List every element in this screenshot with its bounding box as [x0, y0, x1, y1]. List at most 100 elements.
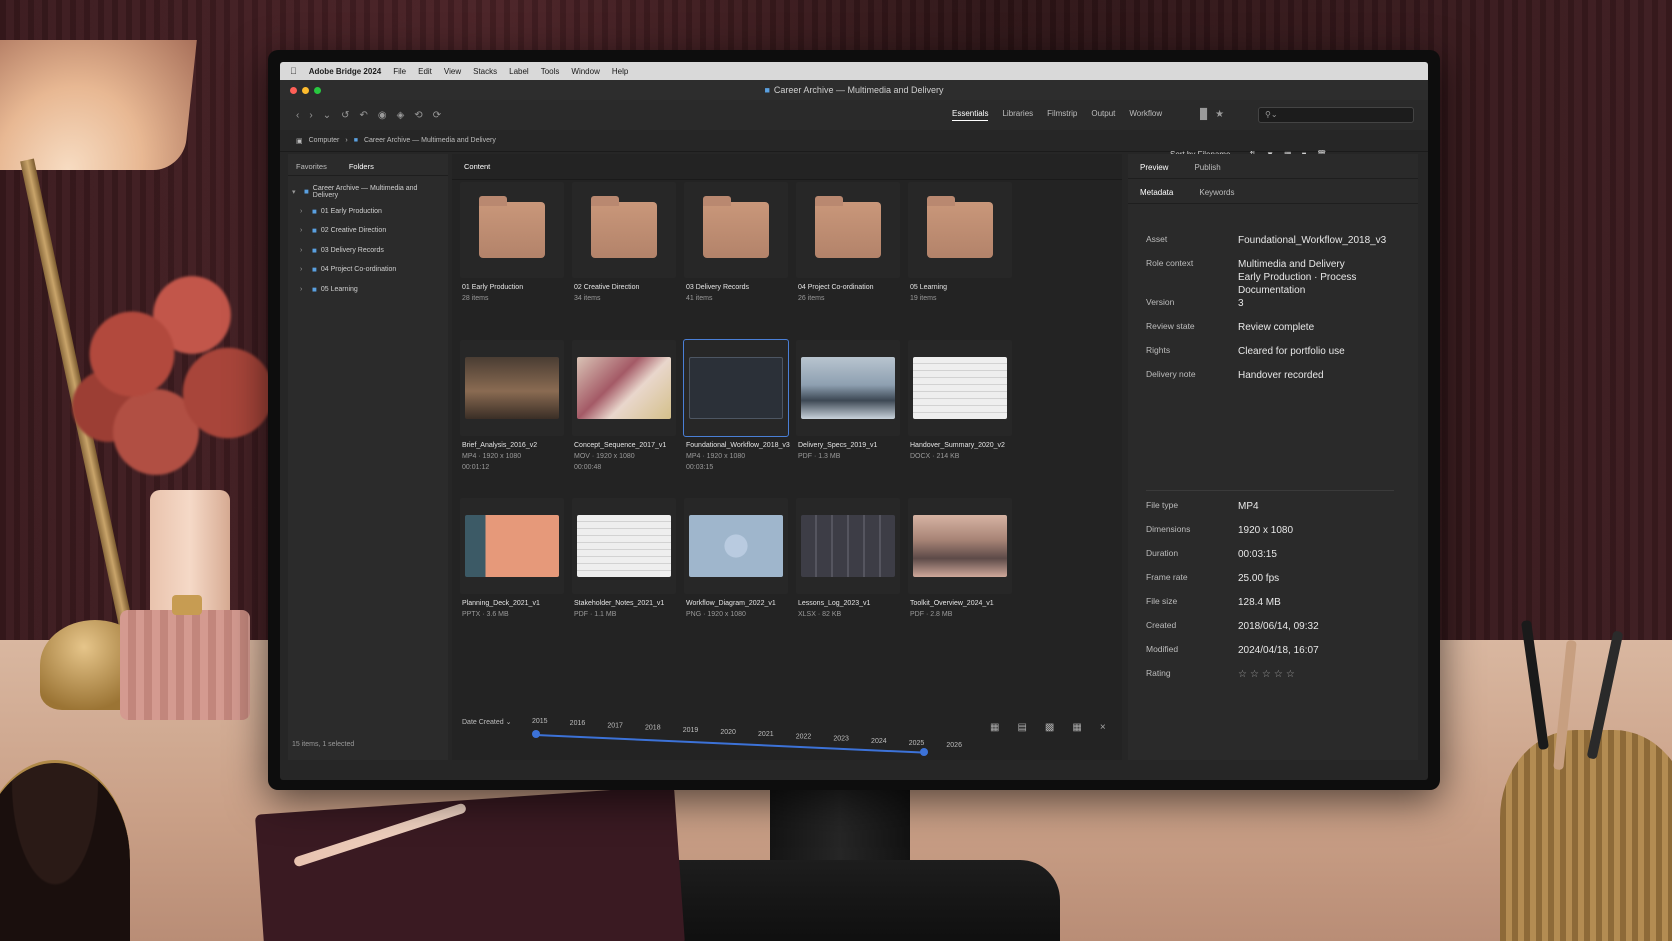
workspace-libraries[interactable]: Libraries	[1002, 109, 1033, 121]
timeline-year[interactable]: 2016	[570, 720, 586, 727]
timeline-year[interactable]: 2023	[833, 736, 849, 743]
timeline-year[interactable]: 2019	[683, 727, 699, 734]
menu-file[interactable]: File	[393, 67, 406, 76]
grid-view-icon[interactable]: ▦	[990, 722, 999, 733]
path-root[interactable]: Computer	[309, 137, 340, 144]
file-thumbnail[interactable]: Brief_Analysis_2016_v2 MP4 · 1920 x 1080 0…	[460, 340, 564, 484]
tab-folders[interactable]: Folders	[349, 162, 374, 171]
tab-favorites[interactable]: Favorites	[296, 162, 327, 171]
metadata-row: Dimensions 1920 x 1080	[1146, 524, 1406, 548]
chevron-down-icon[interactable]: ▾	[292, 188, 300, 196]
menu-view[interactable]: View	[444, 67, 461, 76]
tree-item-early-production[interactable]: › ■ 01 Early Production	[292, 202, 444, 222]
apple-icon[interactable]: 	[290, 66, 297, 76]
timeline-year[interactable]: 2026	[946, 742, 962, 749]
timeline-year[interactable]: 2020	[720, 729, 736, 736]
file-thumbnail[interactable]: Toolkit_Overview_2024_v1 PDF · 2.8 MB	[908, 498, 1012, 642]
timeline-year[interactable]: 2024	[871, 738, 887, 745]
file-thumbnail[interactable]: Delivery_Specs_2019_v1 PDF · 1.3 MB	[796, 340, 900, 484]
quality-icon[interactable]: █	[1200, 109, 1207, 120]
menubar:  Adobe Bridge 2024 File Edit View Stack…	[280, 62, 1428, 80]
rotate-right-icon[interactable]: ⟳	[433, 110, 441, 121]
item-count-status: 15 items, 1 selected	[292, 741, 355, 748]
folder-thumbnail[interactable]: 01 Early Production 28 items	[460, 182, 564, 326]
timeline-start-handle[interactable]	[532, 730, 540, 738]
menu-window[interactable]: Window	[571, 67, 599, 76]
star-filter-icon[interactable]: ★	[1215, 109, 1224, 120]
path-current[interactable]: Career Archive — Multimedia and Delivery	[364, 137, 496, 144]
file-thumbnail[interactable]: Workflow_Diagram_2022_v1 PNG · 1920 x 108…	[684, 498, 788, 642]
close-icon[interactable]: ×	[1100, 722, 1106, 733]
timeline-filter-dropdown[interactable]: Date Created ⌄	[462, 718, 511, 726]
menu-stacks[interactable]: Stacks	[473, 67, 497, 76]
forward-icon[interactable]: ›	[309, 110, 312, 121]
timeline-year[interactable]: 2021	[758, 731, 774, 738]
rotate-left-icon[interactable]: ⟲	[414, 110, 422, 121]
file-thumbnail[interactable]: Planning_Deck_2021_v1 PPTX · 3.6 MB	[460, 498, 564, 642]
tab-metadata[interactable]: Metadata	[1140, 188, 1173, 197]
tree-item-delivery-records[interactable]: › ■ 03 Delivery Records	[292, 241, 444, 261]
refine-icon[interactable]: ◈	[397, 110, 405, 121]
tree-item-creative-direction[interactable]: › ■ 02 Creative Direction	[292, 221, 444, 241]
file-thumbnail[interactable]: Lessons_Log_2023_v1 XLSX · 82 KB	[796, 498, 900, 642]
left-panel-tabs: Favorites Folders	[288, 154, 448, 176]
menu-edit[interactable]: Edit	[418, 67, 432, 76]
folder-tree: ▾ ■ Career Archive — Multimedia and Deli…	[288, 176, 448, 305]
thumbnail-image	[908, 340, 1012, 436]
metadata-key: Rating	[1146, 668, 1171, 678]
folder-thumbnail[interactable]: 05 Learning 19 items	[908, 182, 1012, 326]
tab-preview[interactable]: Preview	[1140, 163, 1168, 172]
folder-thumbnail[interactable]: 02 Creative Direction 34 items	[572, 182, 676, 326]
file-thumbnail[interactable]: Stakeholder_Notes_2021_v1 PDF · 1.1 MB	[572, 498, 676, 642]
workspace-filmstrip[interactable]: Filmstrip	[1047, 109, 1077, 121]
tree-item-label: 04 Project Co-ordination	[320, 266, 397, 274]
tree-item-learning[interactable]: › ■ 05 Learning	[292, 280, 444, 300]
timeline-year[interactable]: 2022	[796, 733, 812, 740]
timeline-year[interactable]: 2018	[645, 725, 661, 732]
app-name[interactable]: Adobe Bridge 2024	[309, 67, 381, 76]
file-meta: XLSX · 82 KB	[798, 611, 842, 618]
chevron-right-icon[interactable]: ›	[300, 266, 308, 273]
menu-help[interactable]: Help	[612, 67, 628, 76]
recent-icon[interactable]: ↺	[341, 110, 349, 121]
timeline-year[interactable]: 2017	[607, 722, 623, 729]
tab-publish[interactable]: Publish	[1194, 163, 1220, 172]
tab-keywords[interactable]: Keywords	[1199, 188, 1234, 197]
timeline-end-handle[interactable]	[920, 748, 928, 756]
workspace-output[interactable]: Output	[1091, 109, 1115, 121]
timeline-range-track[interactable]	[535, 734, 928, 754]
tree-item-project-coordination[interactable]: › ■ 04 Project Co-ordination	[292, 260, 444, 280]
timeline-year[interactable]: 2025	[909, 740, 925, 747]
camera-icon[interactable]: ◉	[378, 110, 387, 121]
chevron-right-icon[interactable]: ›	[300, 247, 308, 254]
workspace-workflow[interactable]: Workflow	[1129, 109, 1162, 121]
boomerang-icon[interactable]: ↶	[359, 110, 367, 121]
search-input[interactable]: ⚲⌄	[1258, 107, 1414, 123]
thumbnail-grid: 01 Early Production 28 items 02 Creative D…	[460, 182, 1020, 642]
list-view-icon[interactable]: ▤	[1017, 722, 1026, 733]
file-thumbnail[interactable]: Handover_Summary_2020_v2 DOCX · 214 KB	[908, 340, 1012, 484]
chevron-right-icon[interactable]: ›	[300, 208, 308, 215]
chevron-down-icon[interactable]: ⌄	[323, 110, 331, 121]
thumbnail-caption: 03 Delivery Records 41 items	[684, 278, 788, 304]
folder-thumbnail[interactable]: 04 Project Co-ordination 26 items	[796, 182, 900, 326]
timeline-year[interactable]: 2015	[532, 718, 548, 725]
menu-label[interactable]: Label	[509, 67, 529, 76]
details-view-icon[interactable]: ▩	[1045, 722, 1054, 733]
file-thumbnail[interactable]: Concept_Sequence_2017_v1 MOV · 1920 x 108…	[572, 340, 676, 484]
folder-thumbnail[interactable]: 03 Delivery Records 41 items	[684, 182, 788, 326]
menu-tools[interactable]: Tools	[541, 67, 560, 76]
tree-root[interactable]: ▾ ■ Career Archive — Multimedia and Deli…	[292, 182, 444, 202]
tab-content[interactable]: Content	[452, 154, 1122, 180]
chevron-right-icon[interactable]: ›	[300, 227, 308, 234]
file-meta: 41 items	[686, 295, 713, 302]
back-icon[interactable]: ‹	[296, 110, 299, 121]
rating-stars[interactable]: ☆☆☆☆☆	[1238, 668, 1298, 692]
thumbnail-image	[460, 182, 564, 278]
preview-image	[913, 515, 1007, 577]
workspace-essentials[interactable]: Essentials	[952, 109, 989, 121]
ribbed-jar	[120, 610, 250, 720]
chevron-right-icon[interactable]: ›	[300, 286, 308, 293]
lock-grid-icon[interactable]: ▦	[1072, 722, 1081, 733]
file-thumbnail[interactable]: Foundational_Workflow_2018_v3 MP4 · 1920 …	[683, 339, 790, 484]
